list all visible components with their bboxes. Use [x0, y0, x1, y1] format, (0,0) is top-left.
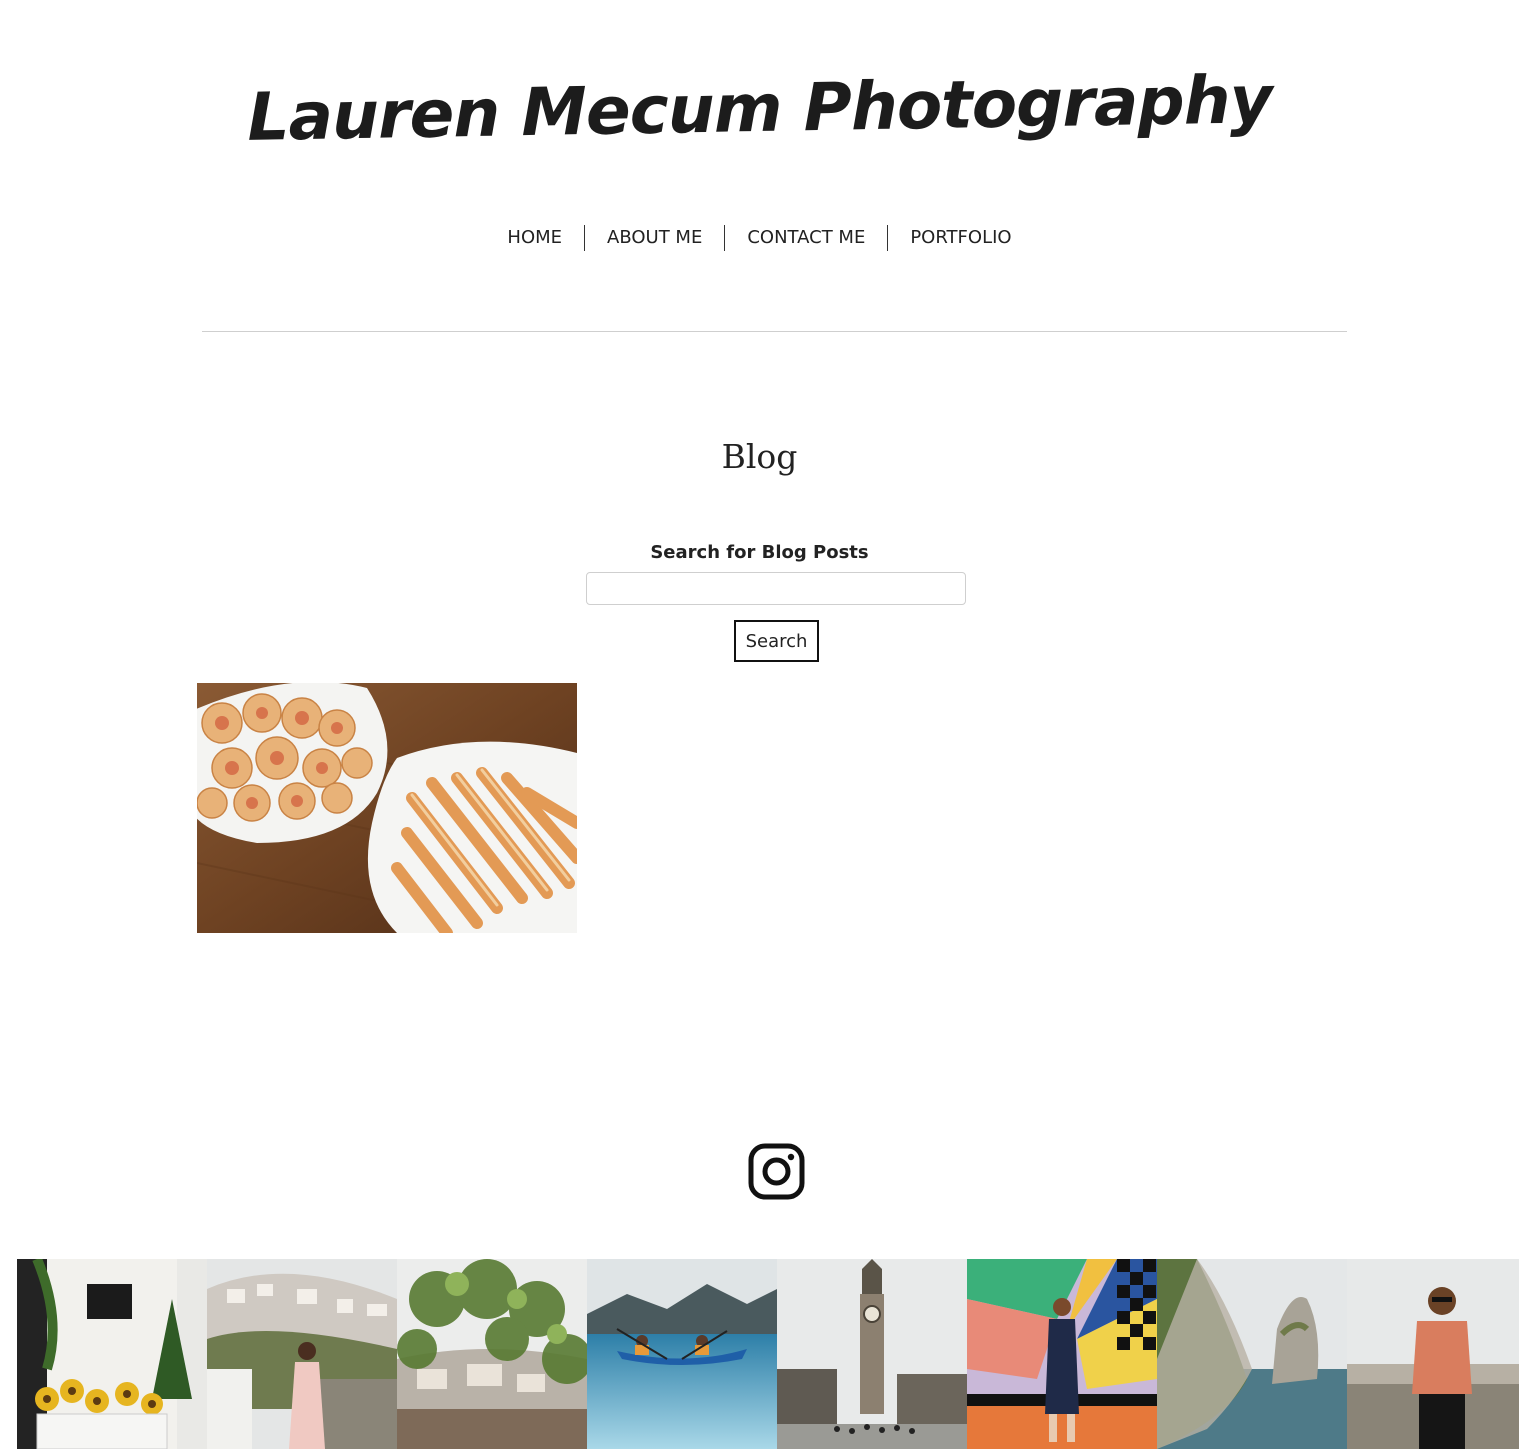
- instagram-photo-woman-hillside-town[interactable]: [207, 1259, 397, 1449]
- instagram-photo-colorful-mural[interactable]: [967, 1259, 1157, 1449]
- instagram-photo-kayaking-lake[interactable]: [587, 1259, 777, 1449]
- instagram-photo-flowers-storefront[interactable]: [17, 1259, 207, 1449]
- main-nav: HOME ABOUT ME CONTACT ME PORTFOLIO: [0, 225, 1519, 251]
- nav-item-home[interactable]: HOME: [485, 225, 584, 251]
- nav-item-contact-me[interactable]: CONTACT ME: [725, 225, 887, 251]
- nav-item-portfolio[interactable]: PORTFOLIO: [888, 225, 1033, 251]
- search-input[interactable]: [586, 572, 966, 605]
- page-title: Blog: [721, 437, 798, 476]
- blog-post-thumbnail[interactable]: [197, 683, 577, 933]
- search-label: Search for Blog Posts: [650, 542, 869, 563]
- instagram-photo-woman-sunglasses[interactable]: [1347, 1259, 1519, 1449]
- instagram-photo-coastal-cliffs[interactable]: [1157, 1259, 1347, 1449]
- site-title[interactable]: Lauren Mecum Photography: [0, 57, 1519, 160]
- instagram-photo-tree-coastal-village[interactable]: [397, 1259, 587, 1449]
- instagram-photo-big-ben[interactable]: [777, 1259, 967, 1449]
- instagram-icon[interactable]: [748, 1143, 805, 1200]
- search-button[interactable]: Search: [734, 620, 819, 662]
- header-divider: [202, 331, 1347, 332]
- nav-item-about-me[interactable]: ABOUT ME: [585, 225, 724, 251]
- instagram-feed: [17, 1259, 1519, 1449]
